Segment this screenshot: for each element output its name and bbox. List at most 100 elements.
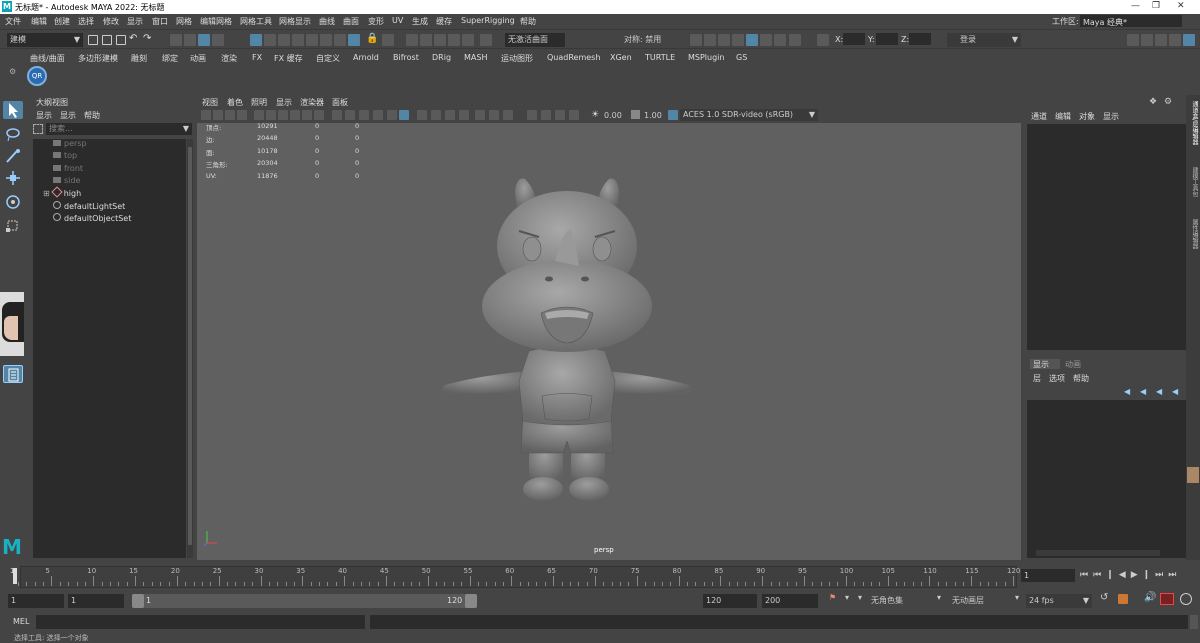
xray-joints-icon[interactable] [555, 110, 565, 120]
snap-curve-icon[interactable] [406, 34, 418, 46]
channel-menu-channels[interactable]: 通道 [1031, 111, 1047, 122]
step-back-frame-icon[interactable]: ❙ [1106, 570, 1119, 580]
scale-tool-icon[interactable] [3, 216, 23, 234]
gamma-field[interactable]: 1.00 [641, 110, 665, 121]
color-management-icon[interactable] [668, 110, 678, 120]
step-forward-frame-icon[interactable]: ❙ [1143, 570, 1156, 580]
list-item[interactable]: top [53, 151, 77, 163]
lock-icon[interactable]: 🔒 [366, 33, 378, 44]
viewport-menu-view[interactable]: 视图 [202, 97, 218, 108]
shelf-tab-bifrost[interactable]: Bifrost [393, 53, 419, 62]
use-default-material-icon[interactable] [387, 110, 397, 120]
shelf-tab-motion-graphics[interactable]: 运动图形 [501, 53, 533, 64]
y-field[interactable] [876, 33, 898, 45]
channel-box-options-icon[interactable]: ❖ [1149, 97, 1157, 107]
ipr-render-icon[interactable] [718, 34, 730, 46]
layout-single-pane-icon[interactable] [3, 365, 23, 383]
shelf-tab-turtle[interactable]: TURTLE [645, 53, 675, 62]
viewport-menu-shading[interactable]: 着色 [227, 97, 243, 108]
isolate-select-icon[interactable] [527, 110, 537, 120]
chevron-down-icon[interactable]: ▾ [845, 593, 849, 602]
bookmark-icon[interactable] [225, 110, 235, 120]
select-by-surface-icon[interactable] [292, 34, 304, 46]
resolution-gate-icon[interactable] [278, 110, 288, 120]
fps-indicator-icon[interactable] [1160, 593, 1174, 605]
sound-icon[interactable]: 🔊 [1144, 592, 1156, 603]
outliner-menu-help[interactable]: 帮助 [84, 110, 100, 121]
textured-icon[interactable] [417, 110, 427, 120]
paint-select-tool-icon[interactable] [3, 147, 23, 165]
open-scene-icon[interactable] [102, 35, 112, 45]
gate-mask-icon[interactable] [290, 110, 300, 120]
menu-cache[interactable]: 缓存 [436, 16, 452, 27]
layer-scrollbar[interactable] [1036, 550, 1160, 556]
menu-surfaces[interactable]: 曲面 [343, 16, 359, 27]
select-by-curve-icon[interactable] [278, 34, 290, 46]
snap-view-plane-icon[interactable] [448, 34, 460, 46]
cache-playback-icon[interactable] [1118, 594, 1128, 604]
shelf-tab-fx[interactable]: FX [252, 53, 262, 62]
shelf-tab-rendering[interactable]: 渲染 [221, 53, 237, 64]
arnold-render-icon[interactable] [760, 34, 772, 46]
layer-menu-help[interactable]: 帮助 [1073, 373, 1089, 384]
ambient-occlusion-icon[interactable] [459, 110, 469, 120]
select-component-icon[interactable] [198, 34, 210, 46]
step-forward-key-icon[interactable]: ⏭ [1155, 570, 1168, 580]
outliner-scrollbar[interactable] [187, 139, 193, 558]
select-by-misc-icon[interactable] [348, 34, 360, 46]
symmetry-dropdown[interactable]: 对称: 禁用 [593, 33, 683, 47]
mel-label[interactable]: MEL [13, 617, 29, 626]
range-start-handle[interactable] [132, 594, 144, 608]
character-set-dropdown[interactable]: 无角色集 [868, 594, 933, 608]
channel-box-extra-icon[interactable]: ⚙ [1164, 97, 1172, 107]
start-time-field[interactable]: 1 [8, 594, 64, 608]
shadows-icon[interactable] [445, 110, 455, 120]
modeling-toolkit-icon[interactable] [1127, 34, 1139, 46]
shelf-tab-fx-cache[interactable]: FX 缓存 [274, 53, 303, 64]
tool-settings-icon[interactable] [1169, 34, 1181, 46]
save-scene-icon[interactable] [116, 35, 126, 45]
menu-uv[interactable]: UV [392, 16, 403, 25]
shelf-tab-curves[interactable]: 曲线/曲面 [30, 53, 65, 64]
snap-point-icon[interactable] [420, 34, 432, 46]
move-tool-icon[interactable] [3, 169, 23, 187]
channel-menu-object[interactable]: 对象 [1079, 111, 1095, 122]
filter-icon[interactable] [33, 124, 43, 134]
current-frame-field[interactable]: 1 [1021, 569, 1075, 582]
select-by-joint-icon[interactable] [264, 34, 276, 46]
menu-edit-mesh[interactable]: 编辑网格 [200, 16, 232, 27]
menu-select[interactable]: 选择 [78, 16, 94, 27]
range-slider-bar[interactable]: 1 120 [132, 594, 477, 608]
xray-icon[interactable] [541, 110, 551, 120]
viewport-menu-show[interactable]: 显示 [276, 97, 292, 108]
select-object-icon[interactable] [184, 34, 196, 46]
tab-layer-display[interactable]: 显示 [1030, 359, 1060, 369]
menu-help[interactable]: 帮助 [520, 16, 536, 27]
play-backwards-icon[interactable]: ◀ [1119, 570, 1131, 580]
grid-icon[interactable] [254, 110, 264, 120]
minimize-icon[interactable]: — [1131, 1, 1140, 11]
anim-layer-dropdown[interactable]: 无动画层 [949, 594, 1014, 608]
play-forwards-icon[interactable]: ▶ [1131, 570, 1143, 580]
layer-menu-layers[interactable]: 层 [1033, 373, 1041, 384]
shelf-tab-custom[interactable]: 自定义 [316, 53, 340, 64]
anti-aliasing-icon[interactable] [489, 110, 499, 120]
qr-shelf-button[interactable]: QR [27, 66, 47, 86]
command-input[interactable] [36, 615, 365, 629]
lasso-tool-icon[interactable] [3, 125, 23, 143]
select-by-render-icon[interactable] [334, 34, 346, 46]
rhino-character-model[interactable] [437, 171, 697, 511]
pause-icon[interactable] [789, 34, 801, 46]
layer-menu-options[interactable]: 选项 [1049, 373, 1065, 384]
field-chart-icon[interactable] [302, 110, 312, 120]
go-to-start-icon[interactable]: ⏮ [1080, 570, 1093, 580]
menu-modify[interactable]: 修改 [103, 16, 119, 27]
backface-culling-icon[interactable] [569, 110, 579, 120]
chevron-down-icon[interactable]: ▾ [1015, 593, 1019, 602]
wireframe-on-shaded-icon[interactable] [359, 110, 369, 120]
list-item[interactable]: persp [53, 139, 87, 151]
loop-icon[interactable]: ↺ [1100, 592, 1108, 603]
chevron-down-icon[interactable]: ▾ [858, 593, 862, 602]
menu-mesh-tools[interactable]: 网格工具 [240, 16, 272, 27]
menu-mesh[interactable]: 网格 [176, 16, 192, 27]
